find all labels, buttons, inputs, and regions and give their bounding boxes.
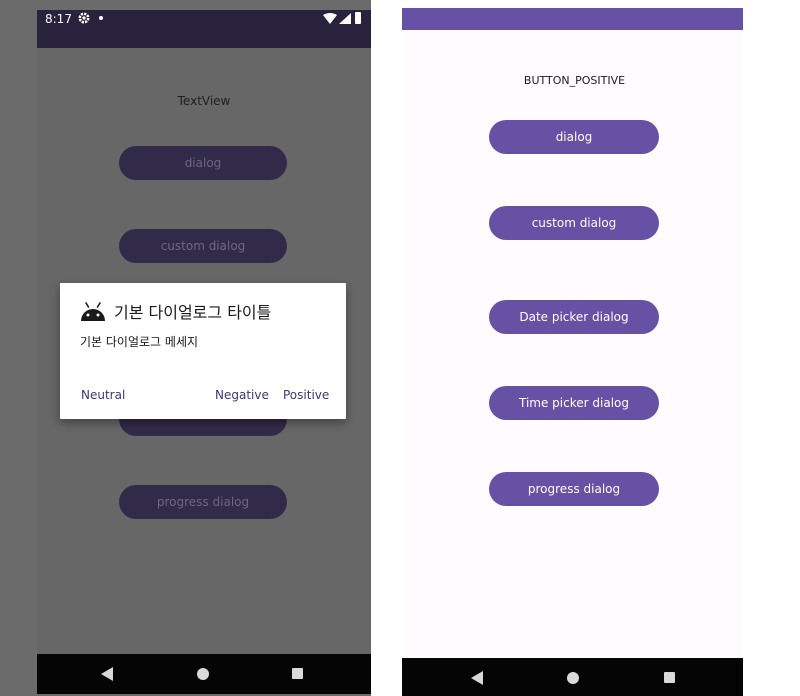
dialog-button[interactable]: dialog [489, 120, 659, 154]
back-icon[interactable] [471, 671, 483, 685]
back-icon[interactable] [101, 667, 113, 681]
battery-icon [355, 12, 361, 24]
home-icon[interactable] [197, 668, 209, 680]
custom-dialog-button[interactable]: custom dialog [119, 229, 287, 263]
negative-button[interactable]: Negative [215, 388, 269, 402]
android-icon [81, 302, 105, 321]
signal-icon [339, 13, 351, 24]
status-time: 8:17 [45, 12, 72, 26]
gear-icon [78, 12, 90, 24]
date-picker-dialog-button[interactable]: Date picker dialog [489, 300, 659, 334]
dialog-title: 기본 다이얼로그 타이틀 [114, 303, 272, 322]
text-view: BUTTON_POSITIVE [523, 74, 626, 87]
dialog-message: 기본 다이얼로그 메세지 [80, 335, 199, 349]
wifi-icon [323, 13, 337, 24]
alert-dialog: 기본 다이얼로그 타이틀 기본 다이얼로그 메세지 Neutral Negati… [60, 283, 346, 419]
custom-dialog-button[interactable]: custom dialog [489, 206, 659, 240]
notification-dot-icon [99, 16, 103, 20]
positive-button[interactable]: Positive [283, 388, 329, 402]
left-phone-screen: 8:17 TextView dialog custom dialog progr… [37, 10, 371, 694]
progress-dialog-button[interactable]: progress dialog [489, 472, 659, 506]
navigation-bar [402, 658, 743, 696]
time-picker-dialog-button[interactable]: Time picker dialog [489, 386, 659, 420]
recents-icon[interactable] [292, 668, 303, 679]
status-bar: 8:17 [37, 10, 371, 48]
content-area: BUTTON_POSITIVE dialog custom dialog Dat… [407, 30, 742, 656]
home-icon[interactable] [567, 672, 579, 684]
text-view: TextView [177, 94, 231, 108]
dialog-button[interactable]: dialog [119, 146, 287, 180]
navigation-bar [37, 654, 371, 694]
status-bar [402, 8, 743, 30]
neutral-button[interactable]: Neutral [81, 388, 125, 402]
progress-dialog-button[interactable]: progress dialog [119, 485, 287, 519]
recents-icon[interactable] [664, 672, 675, 683]
right-phone-screen: BUTTON_POSITIVE dialog custom dialog Dat… [402, 8, 743, 696]
